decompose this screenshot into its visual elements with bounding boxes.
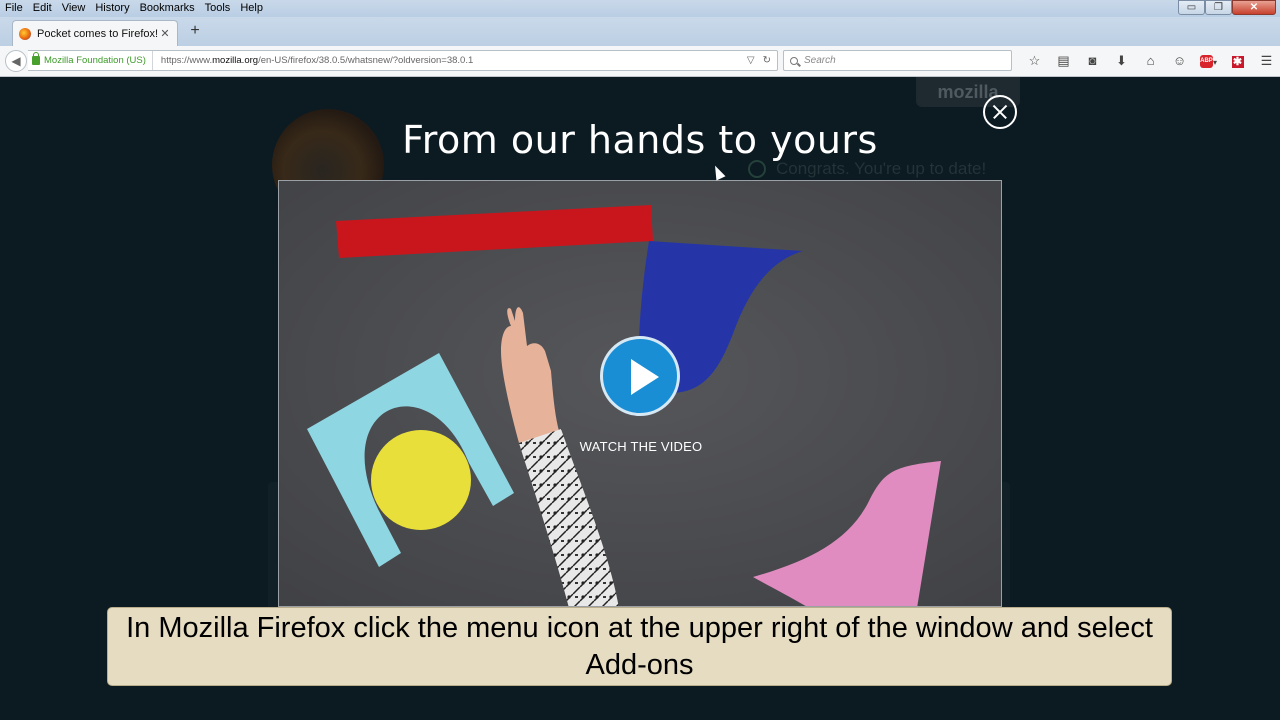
search-placeholder: Search <box>804 55 836 66</box>
nav-bar: ◀ Mozilla Foundation (US) https://www.mo… <box>0 46 1280 77</box>
congrats-message: Congrats. You're up to date! <box>748 159 986 179</box>
dropdown-arrow-icon[interactable]: ▽ <box>747 55 755 66</box>
video-player[interactable]: WATCH THE VIDEO <box>278 180 1002 607</box>
url-prefix: https://www. <box>160 55 213 66</box>
menu-tools[interactable]: Tools <box>200 0 236 17</box>
url-domain: mozilla.org <box>212 55 259 66</box>
new-tab-button[interactable]: + <box>186 22 204 40</box>
hamburger-menu-icon[interactable]: ☰ <box>1252 52 1280 70</box>
adblock-icon[interactable]: ABP▾ <box>1194 52 1223 70</box>
adblock-label: ABP <box>1199 55 1213 69</box>
minimize-button[interactable]: ▭ <box>1178 0 1205 15</box>
menu-view[interactable]: View <box>57 0 91 17</box>
tab-title: Pocket comes to Firefox! ... <box>37 27 159 40</box>
back-button[interactable]: ◀ <box>5 50 27 72</box>
url-text[interactable]: https://www.mozilla.org/en-US/firefox/38… <box>153 55 747 66</box>
menu-help[interactable]: Help <box>235 0 268 17</box>
checkmark-icon <box>748 160 766 178</box>
toolbar-icons: ☆ ▤ ◙ ⬇ ⌂ ☺ ABP▾ ✱ ☰ <box>1020 52 1280 70</box>
addon-red-icon[interactable]: ✱ <box>1223 52 1252 70</box>
tutorial-caption: In Mozilla Firefox click the menu icon a… <box>107 607 1172 686</box>
congrats-text: Congrats. You're up to date! <box>776 159 987 178</box>
download-icon[interactable]: ⬇ <box>1107 52 1136 70</box>
menu-edit[interactable]: Edit <box>28 0 57 17</box>
title-bar: File Edit View History Bookmarks Tools H… <box>0 0 1280 17</box>
tab-strip: Pocket comes to Firefox! ... ✕ + <box>0 17 1280 46</box>
window-close-button[interactable]: ✕ <box>1232 0 1276 15</box>
url-path: /en-US/firefox/38.0.5/whatsnew/?oldversi… <box>258 55 474 66</box>
url-bar-icons: ▽ ↻ <box>747 55 777 66</box>
search-input[interactable]: Search <box>783 50 1012 71</box>
search-icon <box>790 56 798 65</box>
modal-close-button[interactable] <box>983 95 1017 129</box>
reload-icon[interactable]: ↻ <box>763 55 771 66</box>
menu-bookmarks[interactable]: Bookmarks <box>135 0 200 17</box>
restore-button[interactable]: ❐ <box>1205 0 1232 15</box>
tab-pocket[interactable]: Pocket comes to Firefox! ... ✕ <box>12 20 178 46</box>
play-icon[interactable] <box>600 336 680 416</box>
bookmark-star-icon[interactable]: ☆ <box>1020 52 1049 70</box>
window-controls: ▭ ❐ ✕ <box>1178 0 1276 15</box>
identity-label: Mozilla Foundation (US) <box>44 55 146 66</box>
watch-video-label[interactable]: WATCH THE VIDEO <box>279 439 1001 454</box>
firefox-favicon-icon <box>19 27 31 40</box>
modal-title: From our hands to yours <box>402 118 878 162</box>
tab-close-icon[interactable]: ✕ <box>159 27 171 40</box>
lock-icon <box>32 52 40 65</box>
site-identity[interactable]: Mozilla Foundation (US) <box>28 51 153 70</box>
chat-icon[interactable]: ☺ <box>1165 52 1194 70</box>
url-bar[interactable]: Mozilla Foundation (US) https://www.mozi… <box>28 50 778 71</box>
menu-bar: File Edit View History Bookmarks Tools H… <box>0 0 268 17</box>
back-arrow-icon: ◀ <box>11 54 21 68</box>
menu-history[interactable]: History <box>90 0 134 17</box>
home-icon[interactable]: ⌂ <box>1136 52 1165 70</box>
reading-list-icon[interactable]: ▤ <box>1049 52 1078 70</box>
menu-file[interactable]: File <box>0 0 28 17</box>
pocket-icon[interactable]: ◙ <box>1078 52 1107 70</box>
